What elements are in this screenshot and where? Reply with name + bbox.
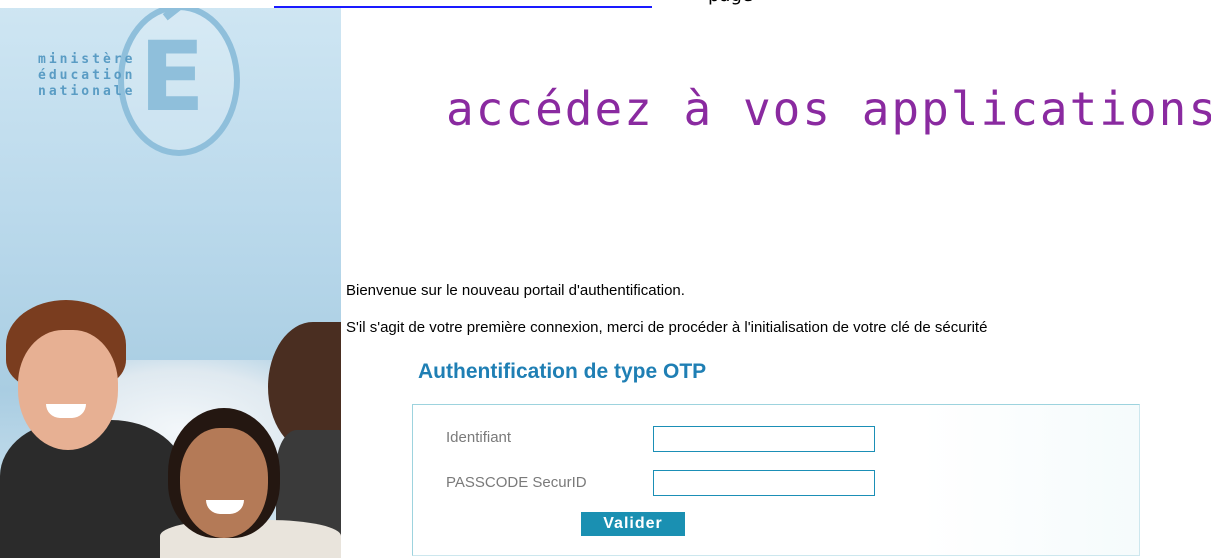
logo-line-2: éducation: [38, 68, 136, 83]
page-headline: accédez à vos applications: [446, 82, 1211, 136]
ministry-logo: ministère éducation nationale: [38, 52, 138, 100]
first-connection-text: S'il s'agit de votre première connexion,…: [346, 319, 988, 336]
top-strip: page: [0, 0, 1211, 8]
form-title: Authentification de type OTP: [418, 360, 707, 383]
top-trailing-text: page: [708, 0, 753, 6]
welcome-text: Bienvenue sur le nouveau portail d'authe…: [346, 282, 685, 299]
top-link[interactable]: [274, 0, 652, 8]
submit-button[interactable]: Valider: [581, 512, 685, 536]
person-1-face: [18, 330, 118, 450]
left-illustration-panel: E ministère éducation nationale: [0, 0, 341, 558]
passcode-input[interactable]: [653, 470, 875, 496]
passcode-label: PASSCODE SecurID: [446, 474, 587, 491]
logo-letter: E: [139, 21, 205, 133]
username-input[interactable]: [653, 426, 875, 452]
logo-line-3: nationale: [38, 84, 136, 99]
username-label: Identifiant: [446, 429, 512, 446]
person-2-face: [180, 428, 268, 538]
logo-line-1: ministère: [38, 52, 136, 67]
